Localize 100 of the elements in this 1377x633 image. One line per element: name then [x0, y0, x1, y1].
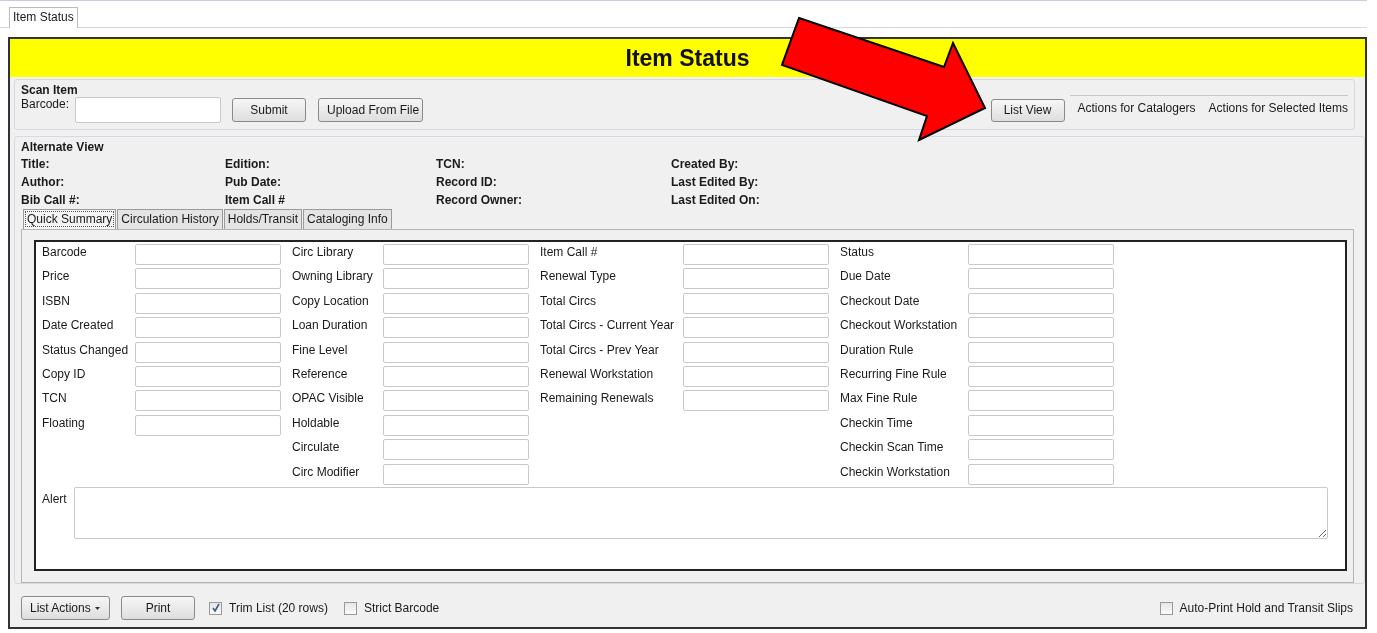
field-label: Status Changed [42, 341, 130, 357]
field-label: Reference [292, 365, 349, 381]
text-field[interactable] [135, 414, 281, 436]
text-field[interactable] [383, 390, 529, 412]
field-label: Record ID: [436, 175, 498, 190]
field-label: Bib Call #: [21, 193, 81, 208]
field-label: Remaining Renewals [540, 390, 655, 406]
field-label: Total Circs [540, 292, 597, 308]
field-label: Circ Modifier [292, 463, 361, 479]
field-label: Max Fine Rule [840, 390, 919, 406]
section-title: Scan Item [21, 83, 79, 97]
text-field[interactable] [683, 292, 829, 314]
checkbox[interactable] [209, 601, 222, 615]
text-field[interactable] [383, 365, 529, 387]
caret-icon [94, 606, 100, 610]
field-label: Checkin Workstation [840, 463, 951, 479]
text-field[interactable] [968, 414, 1114, 436]
text-field[interactable] [135, 292, 281, 314]
field-label: ISBN [42, 292, 71, 308]
field-label: TCN: [436, 157, 466, 172]
text-field[interactable] [968, 439, 1114, 461]
text-field[interactable] [683, 365, 829, 387]
field-label: Author: [21, 175, 66, 190]
field-label: Checkin Scan Time [840, 439, 945, 455]
field-label: Barcode: [21, 97, 70, 111]
field-label: Checkout Date [840, 292, 921, 308]
text-field[interactable] [383, 414, 529, 436]
list-actions-button[interactable]: List Actions [21, 596, 110, 620]
checkbox[interactable] [1159, 601, 1173, 615]
print-button[interactable]: Print [121, 596, 195, 620]
upload-button[interactable]: Upload From File [318, 98, 424, 122]
text-field[interactable] [383, 292, 529, 314]
menu-item[interactable]: Actions for Selected Items [1208, 101, 1348, 115]
alert-field[interactable] [73, 486, 1328, 539]
text-field[interactable] [968, 463, 1114, 485]
field-label: Renewal Type [540, 268, 617, 284]
field-label: Status [840, 244, 876, 259]
text-field[interactable] [135, 341, 281, 363]
field-label: Owning Library [292, 268, 374, 284]
text-field[interactable] [383, 268, 529, 290]
text-field[interactable] [135, 365, 281, 387]
text-field[interactable] [135, 268, 281, 290]
text-field[interactable] [383, 244, 529, 265]
window-tab[interactable]: Item Status [9, 7, 78, 28]
field-label: Edition: [225, 157, 271, 172]
text-field[interactable] [968, 292, 1114, 314]
text-field[interactable] [683, 341, 829, 363]
field-label: OPAC Visible [292, 390, 365, 406]
field-label: Total Circs - Prev Year [540, 341, 660, 357]
text-field[interactable] [968, 268, 1114, 290]
field-label: Checkout Workstation [840, 317, 959, 333]
field-label: Renewal Workstation [540, 365, 655, 381]
checkbox-label: Auto-Print Hold and Transit Slips [1179, 601, 1353, 615]
submit-button[interactable]: Submit [232, 98, 307, 122]
field-label: Alert [42, 490, 67, 508]
tab[interactable]: Quick Summary [23, 209, 117, 229]
text-field[interactable] [683, 317, 829, 339]
field-label: Copy ID [42, 365, 87, 381]
field-label: Circ Library [292, 244, 355, 259]
text-field[interactable] [135, 390, 281, 412]
tab[interactable]: Holds/Transit [223, 209, 302, 229]
field-label: Last Edited On: [671, 193, 761, 208]
field-label: Record Owner: [436, 193, 523, 208]
text-field[interactable] [968, 317, 1114, 339]
section-title: Alternate View [21, 140, 104, 154]
text-field[interactable] [683, 390, 829, 412]
field-label: Holdable [292, 414, 341, 430]
field-label: Floating [42, 414, 86, 430]
field-label: Item Call # [540, 244, 599, 259]
field-label: Date Created [42, 317, 115, 333]
field-label: Pub Date: [225, 175, 282, 190]
text-field[interactable] [968, 390, 1114, 412]
barcode-field[interactable] [75, 97, 222, 123]
text-field[interactable] [383, 463, 529, 485]
text-field[interactable] [968, 244, 1114, 265]
list-view-button[interactable]: List View [990, 98, 1065, 122]
text-field[interactable] [383, 341, 529, 363]
field-label: Recurring Fine Rule [840, 365, 948, 381]
field-label: Checkin Time [840, 414, 914, 430]
text-field[interactable] [683, 268, 829, 290]
field-label: Duration Rule [840, 341, 915, 357]
field-label: TCN [42, 390, 68, 406]
text-field[interactable] [968, 365, 1114, 387]
text-field[interactable] [383, 317, 529, 339]
tab[interactable]: Cataloging Info [302, 209, 392, 229]
field-label: Price [42, 268, 71, 284]
text-field[interactable] [383, 439, 529, 461]
text-field[interactable] [968, 341, 1114, 363]
checkbox[interactable] [343, 601, 357, 615]
field-label: Copy Location [292, 292, 370, 308]
checkbox-label: Trim List (20 rows) [229, 601, 328, 615]
text-field[interactable] [135, 244, 281, 265]
field-label: Barcode [42, 244, 88, 259]
menu-item[interactable]: Actions for Catalogers [1077, 101, 1196, 115]
text-field[interactable] [683, 244, 829, 265]
tab[interactable]: Circulation History [117, 209, 223, 229]
page-title: Item Status [625, 44, 750, 72]
field-label: Loan Duration [292, 317, 369, 333]
text-field[interactable] [135, 317, 281, 339]
field-label: Total Circs - Current Year [540, 317, 676, 333]
